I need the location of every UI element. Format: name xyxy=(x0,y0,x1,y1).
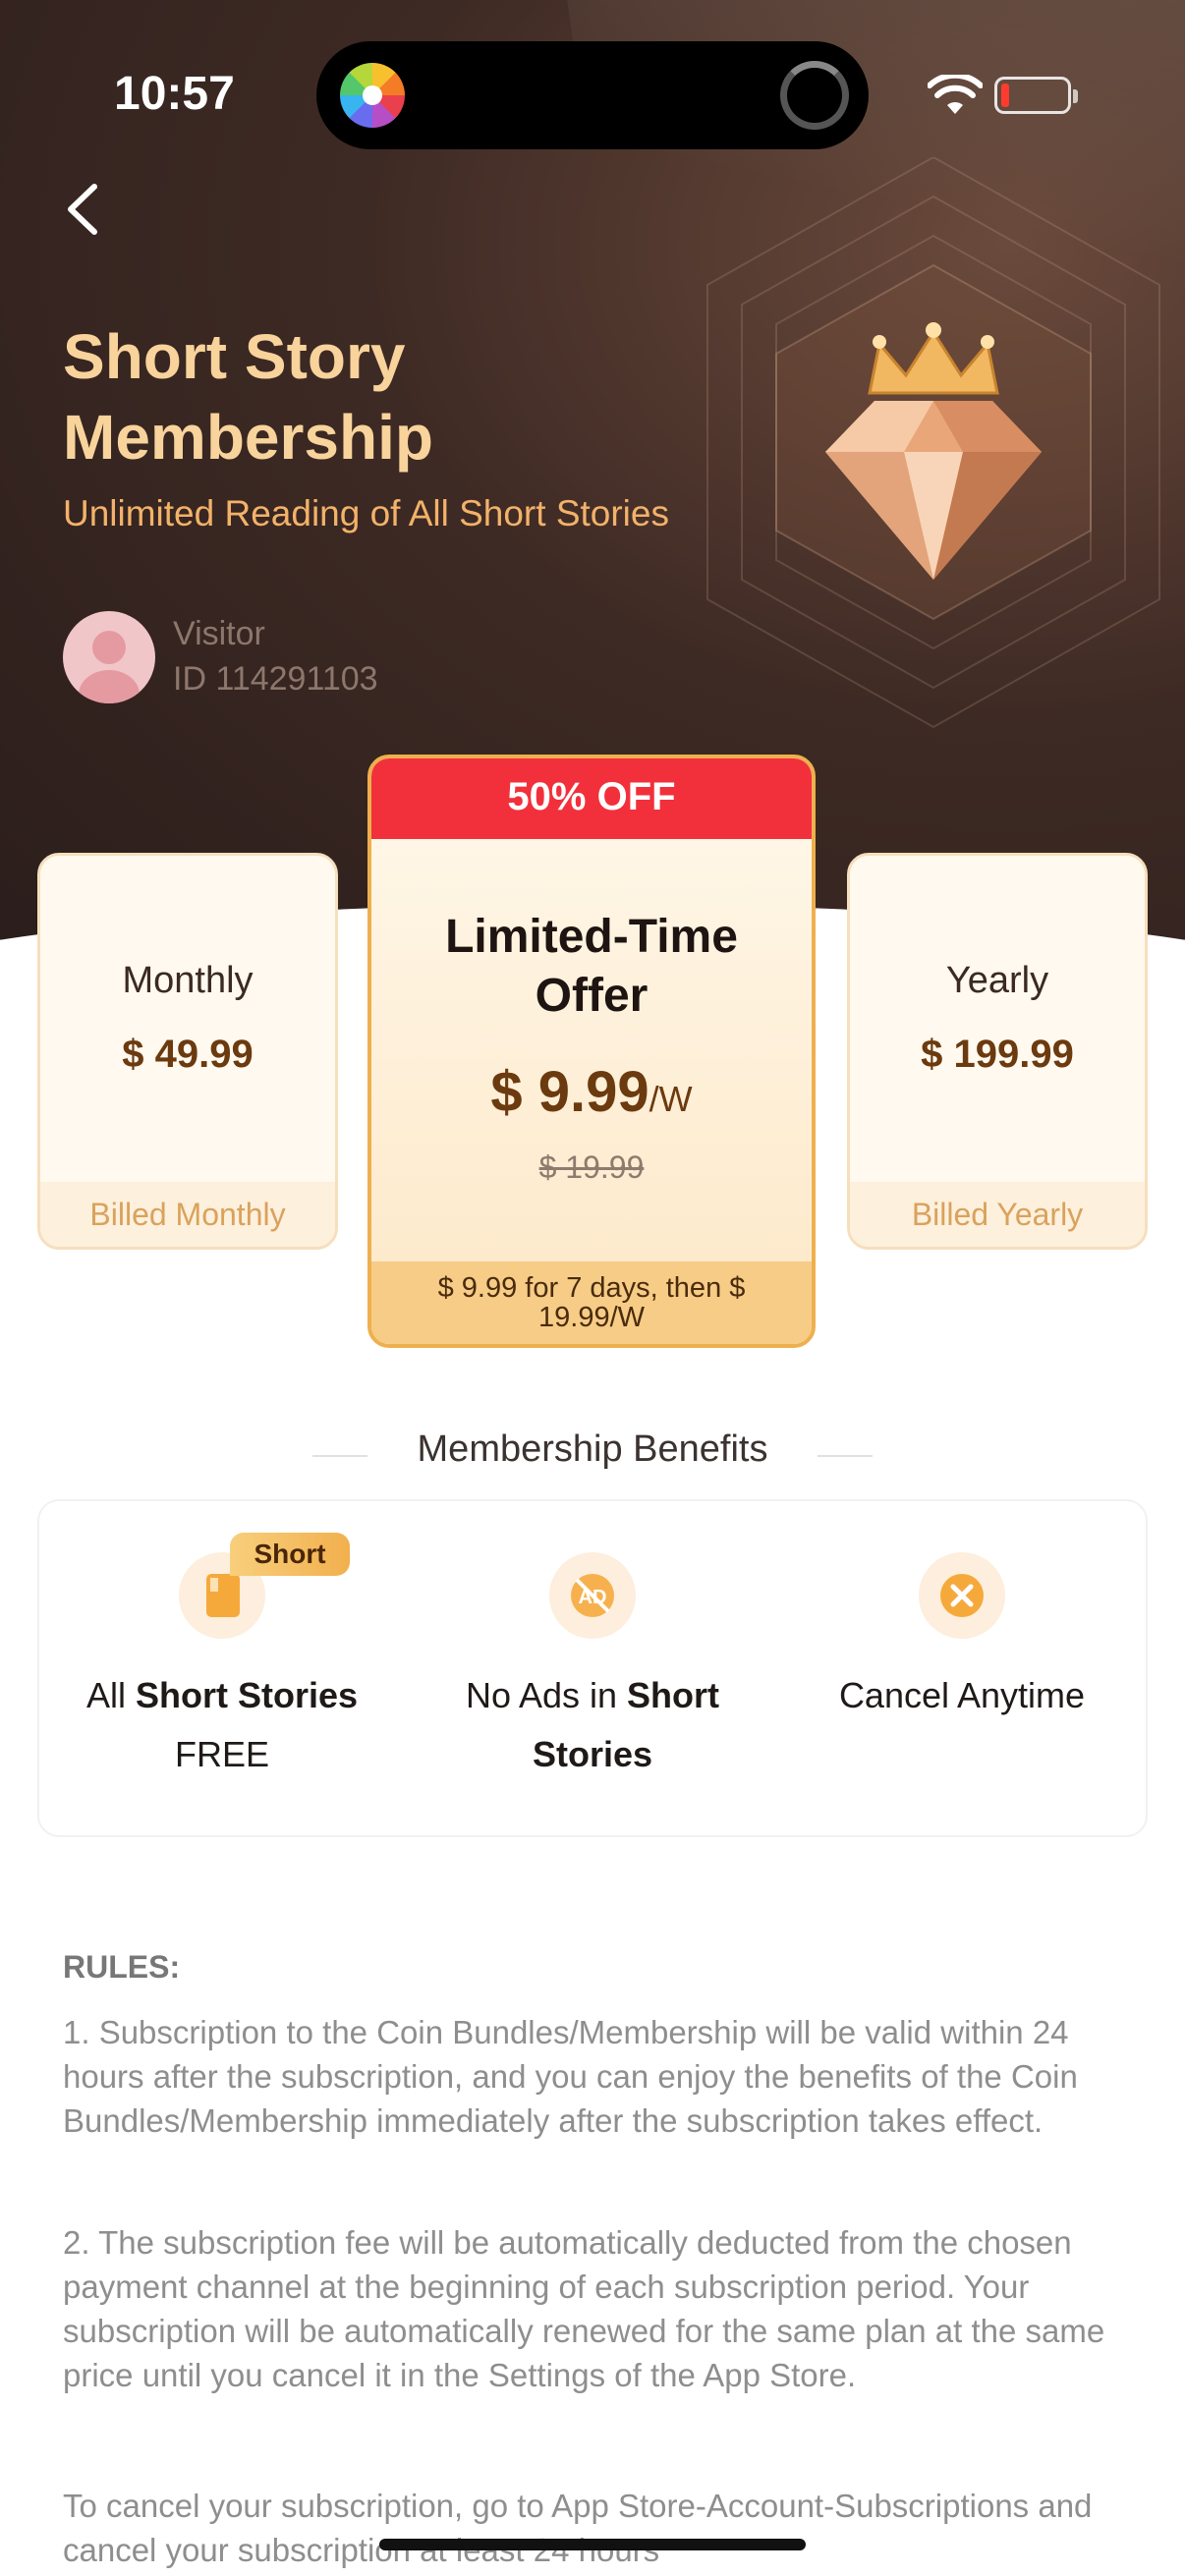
benefit-short-stories-free: All Short Stories FREE xyxy=(37,1552,407,1784)
status-time: 10:57 xyxy=(114,68,235,120)
crown-diamond-icon xyxy=(706,157,1160,729)
back-button[interactable] xyxy=(55,175,114,244)
plan-card-monthly[interactable]: Monthly $ 49.99 Billed Monthly xyxy=(37,853,338,1250)
rule-item: 1. Subscription to the Coin Bundles/Memb… xyxy=(63,2014,1078,2139)
photos-icon xyxy=(340,63,405,128)
avatar xyxy=(63,611,155,703)
dynamic-island xyxy=(316,41,869,149)
battery-icon xyxy=(994,77,1078,114)
plan-billing: Billed Monthly xyxy=(40,1182,335,1247)
rule-item: To cancel your subscription, go to App S… xyxy=(63,2488,1093,2568)
wifi-icon xyxy=(928,75,983,114)
cancel-icon xyxy=(919,1552,1005,1639)
rules-title: RULES: xyxy=(63,1949,181,1985)
plan-billing: Billed Yearly xyxy=(850,1182,1145,1247)
plan-terms: $ 9.99 for 7 days, then $ 19.99/W xyxy=(371,1261,812,1344)
plan-name: Yearly xyxy=(945,960,1049,1001)
benefit-label: No Ads in Short Stories xyxy=(465,1675,720,1774)
discount-badge: 50% OFF xyxy=(371,758,812,839)
benefit-label: Cancel Anytime xyxy=(838,1675,1086,1715)
benefit-cancel-anytime: Cancel Anytime xyxy=(777,1552,1147,1725)
home-indicator[interactable] xyxy=(379,2539,806,2550)
plan-name-text: Limited-Time Offer xyxy=(445,911,738,1022)
plan-name: Monthly xyxy=(122,960,254,1001)
no-ads-icon: AD xyxy=(549,1552,636,1639)
divider xyxy=(818,1455,873,1457)
plan-price: $ 199.99 xyxy=(921,1033,1074,1076)
plan-price: $ 49.99 xyxy=(122,1033,254,1076)
plan-name: Limited-Time Offer xyxy=(371,908,812,1026)
plan-card-yearly[interactable]: Yearly $ 199.99 Billed Yearly xyxy=(847,853,1148,1250)
plan-price-unit: /W xyxy=(649,1079,693,1119)
page-title: Short Story Membership xyxy=(63,321,433,473)
plan-card-limited-offer[interactable]: 50% OFF Limited-Time Offer $ 9.99/W $ 19… xyxy=(367,755,816,1348)
user-id: ID 114291103 xyxy=(173,660,378,698)
plan-price-amount: $ 9.99 xyxy=(490,1060,649,1124)
benefit-label: All Short Stories FREE xyxy=(85,1675,359,1774)
activity-ring-icon xyxy=(780,61,849,130)
short-tag-badge: Short xyxy=(230,1533,350,1576)
plan-original-price: $ 19.99 xyxy=(538,1149,645,1185)
benefits-heading: Membership Benefits xyxy=(417,1428,768,1470)
page-subtitle: Unlimited Reading of All Short Stories xyxy=(63,493,669,533)
benefit-no-ads: AD No Ads in Short Stories xyxy=(408,1552,777,1784)
plan-terms-text: $ 9.99 for 7 days, then $ 19.99/W xyxy=(437,1272,746,1333)
user-name: Visitor xyxy=(173,615,265,652)
rule-item: 2. The subscription fee will be automati… xyxy=(63,2224,1105,2393)
plan-price: $ 9.99/W xyxy=(371,1059,812,1125)
